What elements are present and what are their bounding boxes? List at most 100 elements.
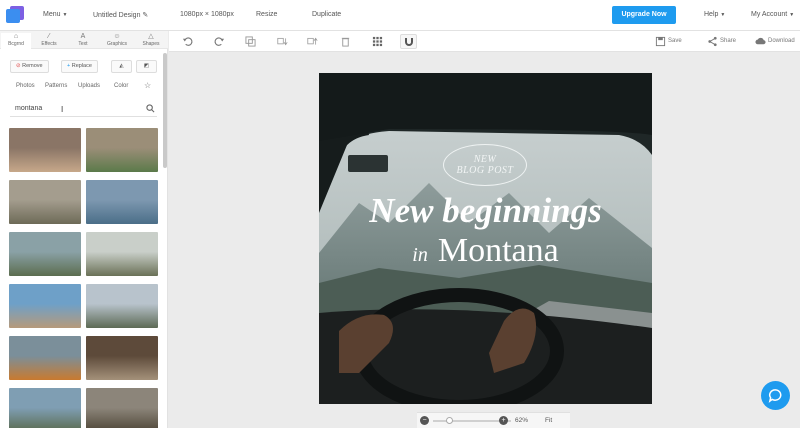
tab-label: Bcgrnd [8, 41, 24, 47]
save-icon [655, 36, 666, 47]
undo-icon[interactable] [182, 36, 193, 47]
design-canvas[interactable]: NEW BLOG POST New beginnings in Montana [319, 73, 652, 404]
paint-bucket-icon: ◩ [143, 63, 150, 69]
fit-button[interactable]: Fit [545, 417, 552, 424]
badge-line-2: BLOG POST [456, 165, 514, 176]
tab-shapes[interactable]: △ Shapes [136, 33, 166, 47]
tab-text[interactable]: A Text [68, 33, 98, 47]
zoom-in-button[interactable]: + [499, 416, 508, 425]
layer-down-icon[interactable] [277, 36, 288, 47]
tab-label: Text [78, 41, 88, 47]
copy-icon[interactable] [245, 36, 256, 47]
subtab-photos[interactable]: Photos [16, 83, 35, 89]
panel-scrollbar[interactable] [163, 53, 167, 168]
headline-text[interactable]: New beginnings [319, 191, 652, 231]
design-name[interactable]: Untitled Design ✎ [93, 11, 148, 19]
photo-thumbnail[interactable] [86, 180, 158, 224]
cloud-download-icon [755, 37, 766, 45]
photo-results [9, 128, 159, 428]
search-icon[interactable] [146, 104, 155, 113]
edit-toolbar: Save Share Download [169, 31, 800, 52]
paint-button[interactable]: ◩ [136, 60, 157, 73]
magnet-icon [405, 38, 413, 46]
smiley-icon: ☺ [113, 33, 121, 40]
subtab-uploads[interactable]: Uploads [78, 83, 100, 89]
layer-up-icon[interactable] [307, 36, 318, 47]
remove-icon: ⊘ [16, 63, 21, 69]
tab-graphics[interactable]: ☺ Graphics [102, 33, 132, 47]
house-icon: ⌂ [13, 33, 19, 40]
photo-thumbnail[interactable] [86, 232, 158, 276]
replace-label: Replace [71, 63, 92, 69]
zoom-out-button[interactable]: − [420, 416, 429, 425]
tab-label: Shapes [142, 41, 160, 47]
in-word: in [412, 244, 428, 266]
redo-icon[interactable] [214, 36, 225, 47]
tab-label: Graphics [106, 41, 127, 47]
app-logo[interactable] [6, 6, 24, 24]
download-button[interactable]: Download [768, 38, 795, 44]
menu-label: Menu [43, 11, 61, 18]
replace-button[interactable]: + Replace [61, 60, 98, 73]
search-input[interactable] [15, 105, 135, 112]
account-dropdown[interactable]: My Account ▼ [751, 11, 794, 18]
photo-search: I [10, 102, 157, 117]
photo-thumbnail[interactable] [86, 388, 158, 428]
chevron-down-icon: ▼ [789, 12, 795, 18]
subtab-patterns[interactable]: Patterns [45, 83, 67, 89]
text-cursor-icon: I [61, 105, 64, 114]
photo-thumbnail[interactable] [9, 388, 81, 428]
help-dropdown[interactable]: Help ▼ [704, 11, 725, 18]
zoom-value: 62% [515, 417, 529, 424]
place-name: Montana [437, 232, 559, 269]
photo-thumbnail[interactable] [86, 336, 158, 380]
dimensions-label: 1080px × 1080px [180, 11, 234, 18]
letter-a-icon: A [80, 33, 86, 40]
tab-label: Effects [41, 41, 57, 47]
badge-line-1: NEW [473, 154, 497, 165]
chat-bubble-icon [768, 389, 782, 403]
subtab-color[interactable]: Color [114, 83, 128, 89]
duplicate-button[interactable]: Duplicate [312, 11, 341, 18]
share-icon [708, 36, 717, 47]
blog-post-badge[interactable]: NEW BLOG POST [443, 144, 527, 186]
help-label: Help [704, 11, 719, 18]
star-icon[interactable]: ☆ [144, 81, 151, 90]
remove-label: Remove [22, 63, 43, 69]
photo-thumbnail[interactable] [9, 284, 81, 328]
photo-thumbnail[interactable] [9, 336, 81, 380]
left-panel: ⌂ Bcgrnd ⁄ Effects A Text ☺ Graphics △ Shapes… [0, 31, 168, 428]
tab-effects[interactable]: ⁄ Effects [34, 33, 64, 47]
save-button[interactable]: Save [668, 38, 682, 44]
share-button[interactable]: Share [720, 38, 736, 44]
photo-thumbnail[interactable] [9, 180, 81, 224]
upgrade-button[interactable]: Upgrade Now [612, 6, 676, 24]
magnet-button[interactable] [400, 34, 417, 49]
chat-help-button[interactable] [761, 381, 790, 410]
remove-button[interactable]: ⊘ Remove [10, 60, 49, 73]
plus-icon: + [67, 63, 71, 69]
flip-button[interactable]: ◭ [111, 60, 132, 73]
trash-icon[interactable] [340, 36, 351, 47]
photo-thumbnail[interactable] [86, 128, 158, 172]
subheadline-text[interactable]: in Montana [319, 231, 652, 275]
photo-thumbnail[interactable] [9, 128, 81, 172]
account-label: My Account [751, 11, 788, 18]
menu-dropdown[interactable]: Menu ▼ [43, 11, 67, 18]
photo-thumbnail[interactable] [9, 232, 81, 276]
resize-button[interactable]: Resize [256, 11, 277, 18]
grid-icon[interactable] [372, 36, 383, 47]
flip-icon: ◭ [119, 63, 124, 69]
panel-tabs: ⌂ Bcgrnd ⁄ Effects A Text ☺ Graphics △ Shapes [0, 31, 168, 49]
design-name-label: Untitled Design [93, 12, 141, 19]
triangle-icon: △ [148, 33, 154, 40]
top-bar: Menu ▼ Untitled Design ✎ 1080px × 1080px … [0, 0, 800, 31]
wand-icon: ⁄ [48, 33, 50, 40]
chevron-down-icon: ▼ [720, 12, 726, 18]
photo-thumbnail[interactable] [86, 284, 158, 328]
zoom-slider-handle[interactable] [445, 417, 453, 424]
tab-background[interactable]: ⌂ Bcgrnd [1, 33, 31, 49]
zoom-bar: − + 62% Fit [417, 412, 570, 428]
pencil-icon: ✎ [142, 12, 149, 19]
chevron-down-icon: ▼ [62, 12, 68, 18]
